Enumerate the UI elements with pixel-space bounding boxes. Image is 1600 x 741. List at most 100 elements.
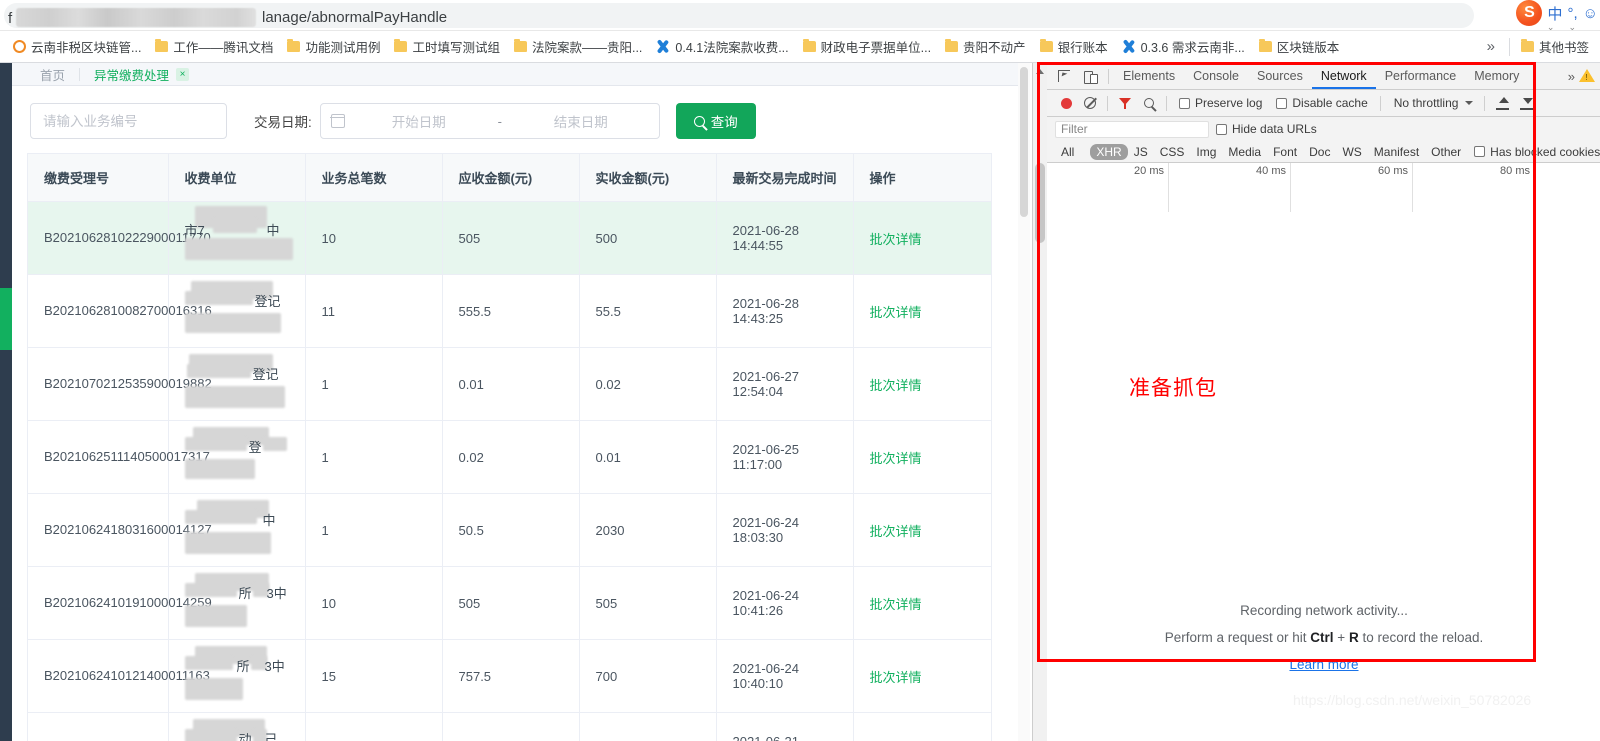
type-filter-xhr[interactable]: XHR xyxy=(1090,143,1128,160)
batch-detail-link[interactable]: 批次详情 xyxy=(870,232,922,247)
bookmark-item[interactable]: 贵阳不动产 xyxy=(938,34,1033,59)
hide-data-urls-checkbox[interactable]: Hide data URLs xyxy=(1209,122,1324,136)
batch-detail-link[interactable]: 批次详情 xyxy=(870,378,922,393)
table-row[interactable]: B2021070212535900019882 登记 1 0.01 0.02 2… xyxy=(28,347,991,421)
batch-detail-link[interactable]: 批次详情 xyxy=(870,451,922,466)
sogou-logo-icon[interactable]: S xyxy=(1516,0,1543,26)
ime-language-icon[interactable]: 中 xyxy=(1547,3,1562,24)
page-scrollbar-thumb[interactable] xyxy=(1020,67,1028,217)
type-filter-img[interactable]: Img xyxy=(1190,144,1222,160)
bookmark-item[interactable]: 法院案款——贵阳... xyxy=(507,34,649,59)
bookmarks-overflow-chevron-icon[interactable]: » xyxy=(1477,36,1505,57)
hint-suffix: to record the reload. xyxy=(1358,630,1484,645)
cell-paid-amount: 2030 xyxy=(579,493,717,567)
tab-console[interactable]: Console xyxy=(1184,64,1248,89)
cell-charge-unit: 市7 中 xyxy=(168,201,306,275)
cell-latest-time: 2021-06-21 16:48:17 xyxy=(716,712,854,741)
bookmark-item[interactable]: 功能测试用例 xyxy=(280,34,387,59)
devtools-scrollbar-thumb[interactable] xyxy=(1035,163,1045,243)
table-row[interactable]: B2021062511140500017317 登 1 0.02 0.01 20… xyxy=(28,420,991,494)
batch-detail-link[interactable]: 批次详情 xyxy=(870,305,922,320)
bookmark-label: 0.4.1法院案款收费... xyxy=(675,41,789,55)
tab-home[interactable]: 首页 xyxy=(26,65,79,84)
type-filter-ws[interactable]: WS xyxy=(1336,144,1367,160)
devtools-scrollbar[interactable] xyxy=(1033,63,1047,741)
end-date-placeholder[interactable]: 结束日期 xyxy=(513,111,649,131)
cell-paid-amount: 505 xyxy=(579,566,717,640)
ime-punctuation-icon[interactable]: °, xyxy=(1568,5,1578,22)
tab-elements[interactable]: Elements xyxy=(1114,64,1184,89)
cell-operation: 批次详情 xyxy=(853,347,991,421)
page-scrollbar[interactable] xyxy=(1018,63,1030,741)
has-blocked-cookies-checkbox[interactable]: Has blocked cookies xyxy=(1467,145,1600,159)
search-button[interactable] xyxy=(1137,91,1161,115)
type-filter-font[interactable]: Font xyxy=(1267,144,1303,160)
scroll-up-arrow-icon[interactable] xyxy=(1036,69,1044,74)
clear-button[interactable] xyxy=(1078,91,1102,115)
network-empty-message: Recording network activity... Perform a … xyxy=(1047,597,1600,678)
checkbox-box[interactable] xyxy=(1216,123,1227,135)
filter-toggle-button[interactable] xyxy=(1113,91,1137,115)
close-icon[interactable]: × xyxy=(176,67,190,81)
network-filter-input[interactable] xyxy=(1055,120,1209,138)
tab-network[interactable]: Network xyxy=(1311,64,1376,89)
batch-detail-link[interactable]: 批次详情 xyxy=(870,524,922,539)
device-toolbar-button[interactable] xyxy=(1077,64,1103,88)
has-blocked-cookies-label: Has blocked cookies xyxy=(1490,144,1600,159)
bookmark-item[interactable]: 0.3.6 需求云南非... xyxy=(1115,34,1252,59)
cell-due-amount: 50.5 xyxy=(442,493,580,567)
inspect-element-button[interactable] xyxy=(1051,64,1077,88)
type-filter-media[interactable]: Media xyxy=(1222,144,1267,160)
batch-detail-link[interactable]: 批次详情 xyxy=(870,670,922,685)
bookmark-item[interactable]: 工作——腾讯文档 xyxy=(148,34,280,59)
type-filter-js[interactable]: JS xyxy=(1128,144,1154,160)
business-number-input[interactable] xyxy=(30,103,227,139)
devtools-more-tabs-chevron-icon[interactable]: » xyxy=(1568,69,1579,84)
type-filter-other[interactable]: Other xyxy=(1425,144,1467,160)
other-bookmarks-item[interactable]: 其他书签 xyxy=(1514,34,1596,59)
type-filter-manifest[interactable]: Manifest xyxy=(1368,144,1425,160)
type-filter-css[interactable]: CSS xyxy=(1154,144,1191,160)
query-button[interactable]: 查询 xyxy=(675,103,756,139)
batch-detail-link[interactable]: 批次详情 xyxy=(870,597,922,612)
bookmark-item[interactable]: 区块链版本 xyxy=(1252,34,1347,59)
address-bar[interactable]: f lanage/abnormalPayHandle xyxy=(4,3,1474,28)
bookmark-item[interactable]: 银行账本 xyxy=(1033,34,1115,59)
bookmark-item[interactable]: 工时填写测试组 xyxy=(387,34,507,59)
record-button[interactable] xyxy=(1054,91,1078,115)
date-range-picker[interactable]: 开始日期 - 结束日期 xyxy=(319,103,660,139)
checkbox-box[interactable] xyxy=(1179,97,1190,109)
folder-icon xyxy=(1258,39,1272,52)
network-toolbar: Preserve log Disable cache No throttling xyxy=(1047,90,1600,117)
learn-more-link[interactable]: Learn more xyxy=(1289,657,1358,672)
checkbox-box[interactable] xyxy=(1276,97,1288,109)
bookmark-item[interactable]: 0.4.1法院案款收费... xyxy=(649,34,795,59)
throttling-select[interactable]: No throttling xyxy=(1386,96,1480,110)
table-row[interactable]: B2021062810082700016316 登记 11 555.5 55.5 xyxy=(28,274,991,348)
table-row[interactable]: B2021062116412400019030 动 己中 2 xyxy=(28,712,991,741)
warning-icon[interactable]: ! xyxy=(1579,69,1595,83)
preserve-log-checkbox[interactable]: Preserve log xyxy=(1172,96,1269,110)
bookmark-item[interactable]: 财政电子票据单位... xyxy=(796,34,938,59)
table-row[interactable]: B2021062410121400011163 所 3中 15 757.5 70… xyxy=(28,639,991,713)
table-row[interactable]: B2021062410191000014259 所 3中 10 505 505 … xyxy=(28,566,991,640)
bookmark-item[interactable]: 云南非税区块链管... xyxy=(6,34,148,59)
ime-smiley-icon[interactable]: ☺ xyxy=(1583,5,1598,22)
table-row[interactable]: B2021062810222900011770 市7 中 10 505 500 … xyxy=(28,201,991,275)
import-har-button[interactable] xyxy=(1490,91,1514,115)
sidebar-active-indicator[interactable] xyxy=(0,288,12,350)
cell-due-amount: 505 xyxy=(442,566,580,640)
tab-sources[interactable]: Sources xyxy=(1248,64,1312,89)
network-resource-type-filters: All XHR JS CSS Img Media Font Doc WS Man… xyxy=(1047,141,1600,163)
checkbox-box[interactable] xyxy=(1474,146,1486,157)
type-filter-all[interactable]: All xyxy=(1055,144,1080,160)
tab-memory[interactable]: Memory xyxy=(1465,64,1528,89)
funnel-icon xyxy=(1119,97,1131,109)
disable-cache-checkbox[interactable]: Disable cache xyxy=(1269,96,1374,110)
type-filter-doc[interactable]: Doc xyxy=(1303,144,1336,160)
table-row[interactable]: B2021062418031600014127 中 1 50.5 2030 20… xyxy=(28,493,991,567)
export-har-button[interactable] xyxy=(1514,91,1538,115)
start-date-placeholder[interactable]: 开始日期 xyxy=(351,111,487,131)
tab-performance[interactable]: Performance xyxy=(1376,64,1466,89)
tab-abnormal-pay-handle[interactable]: 异常缴费处理 × xyxy=(80,65,203,84)
